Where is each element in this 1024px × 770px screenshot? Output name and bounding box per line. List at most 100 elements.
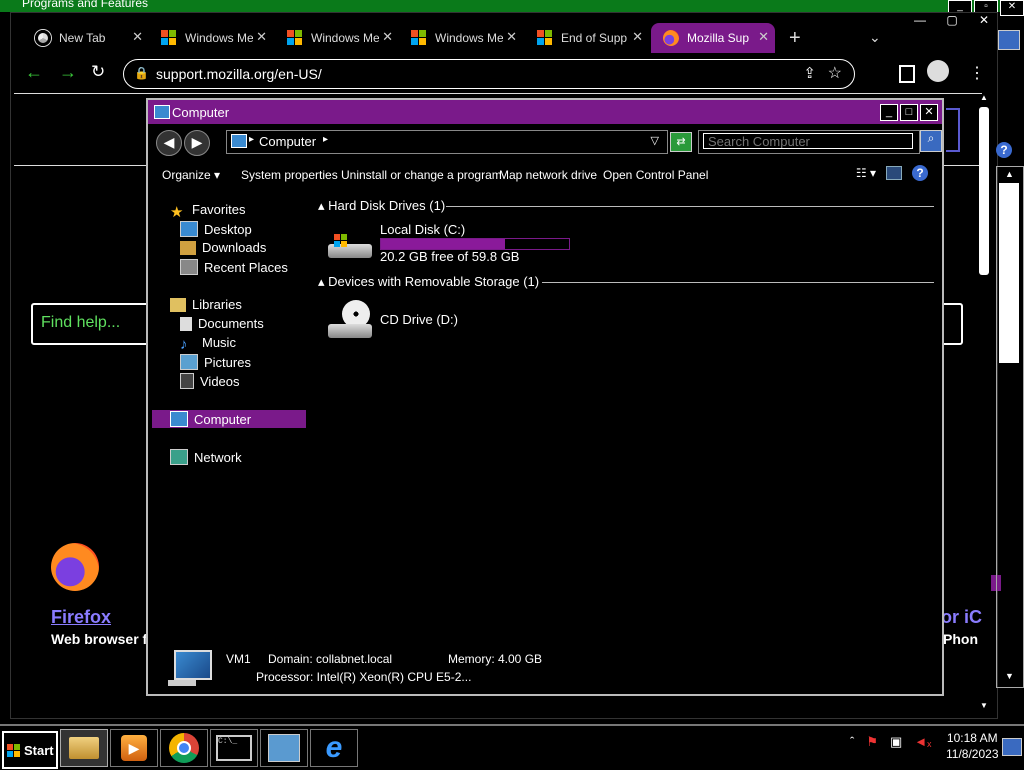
- tab-search-chevron-icon[interactable]: ⌄: [869, 29, 881, 46]
- hard-drive-icon[interactable]: [328, 232, 372, 262]
- organize-button[interactable]: Organize ▾: [162, 168, 220, 182]
- profile-avatar-icon[interactable]: [927, 60, 949, 82]
- close-icon[interactable]: ✕: [382, 29, 393, 45]
- system-properties-button[interactable]: System properties: [241, 168, 338, 182]
- breadcrumb-computer[interactable]: Computer: [259, 134, 316, 149]
- firefox-logo-icon[interactable]: [51, 543, 99, 591]
- documents-icon: [180, 316, 192, 331]
- search-computer-input[interactable]: [703, 133, 913, 149]
- minimize-button[interactable]: —: [907, 13, 933, 27]
- flag-icon[interactable]: ⚑: [866, 734, 878, 750]
- scroll-up-icon[interactable]: ▲: [1005, 169, 1014, 179]
- nav-item-label: Downloads: [202, 240, 267, 255]
- explorer-taskbar-button[interactable]: [60, 729, 108, 767]
- back-arrow-icon[interactable]: ◀: [156, 130, 182, 156]
- address-bar[interactable]: 🔒 support.mozilla.org/en-US/ ⇪ ☆: [123, 59, 855, 89]
- uninstall-program-button[interactable]: Uninstall or change a program: [341, 168, 502, 182]
- tab-end-of-support[interactable]: End of Supp ✕: [529, 23, 649, 53]
- volume-muted-icon[interactable]: ◄ₓ: [914, 734, 931, 750]
- chrome-taskbar-button[interactable]: [160, 729, 208, 767]
- removable-storage-group-header[interactable]: ▴ Devices with Removable Storage (1): [318, 274, 539, 290]
- nav-favorites[interactable]: ★ Favorites: [170, 202, 245, 221]
- scrollbar-thumb[interactable]: [979, 107, 989, 275]
- scrollbar-thumb[interactable]: [999, 183, 1019, 363]
- scroll-down-icon[interactable]: ▼: [980, 701, 988, 710]
- start-button[interactable]: Start: [2, 731, 58, 769]
- map-network-drive-button[interactable]: Map network drive: [499, 168, 597, 182]
- minimize-button[interactable]: _: [880, 104, 898, 121]
- close-icon[interactable]: ✕: [132, 29, 143, 45]
- breadcrumb-arrow-icon[interactable]: ▸: [323, 134, 328, 145]
- show-hidden-icons-icon[interactable]: ˆ: [850, 734, 854, 750]
- product-firefox-link[interactable]: Firefox: [51, 607, 111, 628]
- network-tray-icon[interactable]: ▣: [890, 734, 902, 750]
- header-search-box-edge[interactable]: [946, 108, 960, 152]
- nav-network[interactable]: Network: [170, 449, 242, 465]
- chevron-down-icon[interactable]: ▽: [651, 134, 659, 147]
- tab-windows-media-2[interactable]: Windows Me ✕: [279, 23, 399, 53]
- nav-item-pictures[interactable]: Pictures: [180, 354, 251, 370]
- open-control-panel-button[interactable]: Open Control Panel: [603, 168, 708, 182]
- tab-strip: New Tab ✕ Windows Me ✕ Windows Me ✕ Wind…: [11, 13, 997, 57]
- local-disk-name[interactable]: Local Disk (C:): [380, 222, 465, 237]
- tab-mozilla-support[interactable]: Mozilla Supp ✕: [651, 23, 775, 53]
- close-icon[interactable]: ✕: [506, 29, 517, 45]
- side-panel-icon[interactable]: [899, 65, 915, 83]
- explorer-address-bar[interactable]: ▸ Computer ▸ ▽: [226, 130, 668, 154]
- media-player-taskbar-button[interactable]: ▶: [110, 729, 158, 767]
- cd-drive-icon[interactable]: [328, 300, 372, 340]
- close-button[interactable]: ✕: [1000, 0, 1024, 16]
- preview-pane-icon[interactable]: [886, 166, 902, 180]
- tab-windows-media-1[interactable]: Windows Me ✕: [153, 23, 273, 53]
- share-icon[interactable]: ⇪: [803, 64, 816, 82]
- help-icon[interactable]: ?: [912, 165, 928, 181]
- change-view-icon[interactable]: ☷ ▾: [856, 166, 876, 180]
- new-tab-button[interactable]: +: [789, 27, 801, 50]
- close-icon[interactable]: ✕: [758, 29, 769, 45]
- windows-logo-icon: [411, 30, 427, 46]
- maximize-button[interactable]: □: [900, 104, 918, 121]
- bookmark-star-icon[interactable]: ☆: [828, 63, 842, 83]
- forward-arrow-icon[interactable]: ▶: [184, 130, 210, 156]
- server-manager-taskbar-button[interactable]: [260, 729, 308, 767]
- show-desktop-icon[interactable]: [1002, 738, 1022, 756]
- search-icon[interactable]: ⌕: [920, 130, 942, 152]
- nav-item-desktop[interactable]: Desktop: [180, 221, 252, 237]
- search-icon[interactable]: [998, 30, 1020, 50]
- nav-libraries[interactable]: Libraries: [170, 297, 242, 312]
- hard-disk-group-header[interactable]: ▴ Hard Disk Drives (1): [318, 198, 445, 214]
- scroll-down-icon[interactable]: ▼: [1005, 671, 1014, 681]
- internet-explorer-taskbar-button[interactable]: e: [310, 729, 358, 767]
- product-ios-link[interactable]: or iC: [941, 607, 982, 628]
- nav-item-documents[interactable]: Documents: [180, 316, 264, 331]
- clock[interactable]: 10:18 AM 11/8/2023: [946, 730, 999, 762]
- close-button[interactable]: ✕: [971, 13, 997, 27]
- maximize-button[interactable]: ▢: [939, 13, 965, 27]
- forward-arrow-icon[interactable]: →: [59, 62, 77, 83]
- refresh-icon[interactable]: ⇄: [670, 132, 692, 152]
- help-icon[interactable]: ?: [996, 142, 1012, 158]
- cmd-taskbar-button[interactable]: C:\_: [210, 729, 258, 767]
- scroll-up-icon[interactable]: ▲: [980, 93, 988, 102]
- background-scrollbar[interactable]: ▲ ▼: [996, 166, 1024, 688]
- group-divider: [542, 282, 934, 283]
- page-scrollbar[interactable]: ▲ ▼: [977, 93, 993, 715]
- close-icon[interactable]: ✕: [632, 29, 643, 45]
- nav-item-videos[interactable]: Videos: [180, 373, 240, 389]
- reload-icon[interactable]: ↻: [91, 62, 105, 82]
- nav-item-downloads[interactable]: Downloads: [180, 240, 266, 255]
- more-menu-icon[interactable]: ⋮: [969, 63, 985, 83]
- nav-item-recent-places[interactable]: Recent Places: [180, 259, 288, 275]
- tab-new-tab[interactable]: New Tab ✕: [25, 23, 149, 53]
- nav-computer[interactable]: Computer: [152, 410, 306, 428]
- close-icon[interactable]: ✕: [256, 29, 267, 45]
- back-arrow-icon[interactable]: ←: [25, 62, 43, 83]
- browser-window-controls: — ▢ ✕: [907, 13, 997, 27]
- nav-item-music[interactable]: ♪ Music: [180, 335, 236, 353]
- cd-drive-name[interactable]: CD Drive (D:): [380, 312, 458, 327]
- close-button[interactable]: ✕: [920, 104, 938, 121]
- explorer-search-box[interactable]: [698, 130, 920, 154]
- breadcrumb-arrow-icon[interactable]: ▸: [249, 134, 254, 145]
- tab-windows-media-3[interactable]: Windows Me ✕: [403, 23, 523, 53]
- explorer-window: Computer _ □ ✕ ◀ ▶ ▸ Computer ▸ ▽ ⇄ ⌕ Or…: [146, 98, 944, 696]
